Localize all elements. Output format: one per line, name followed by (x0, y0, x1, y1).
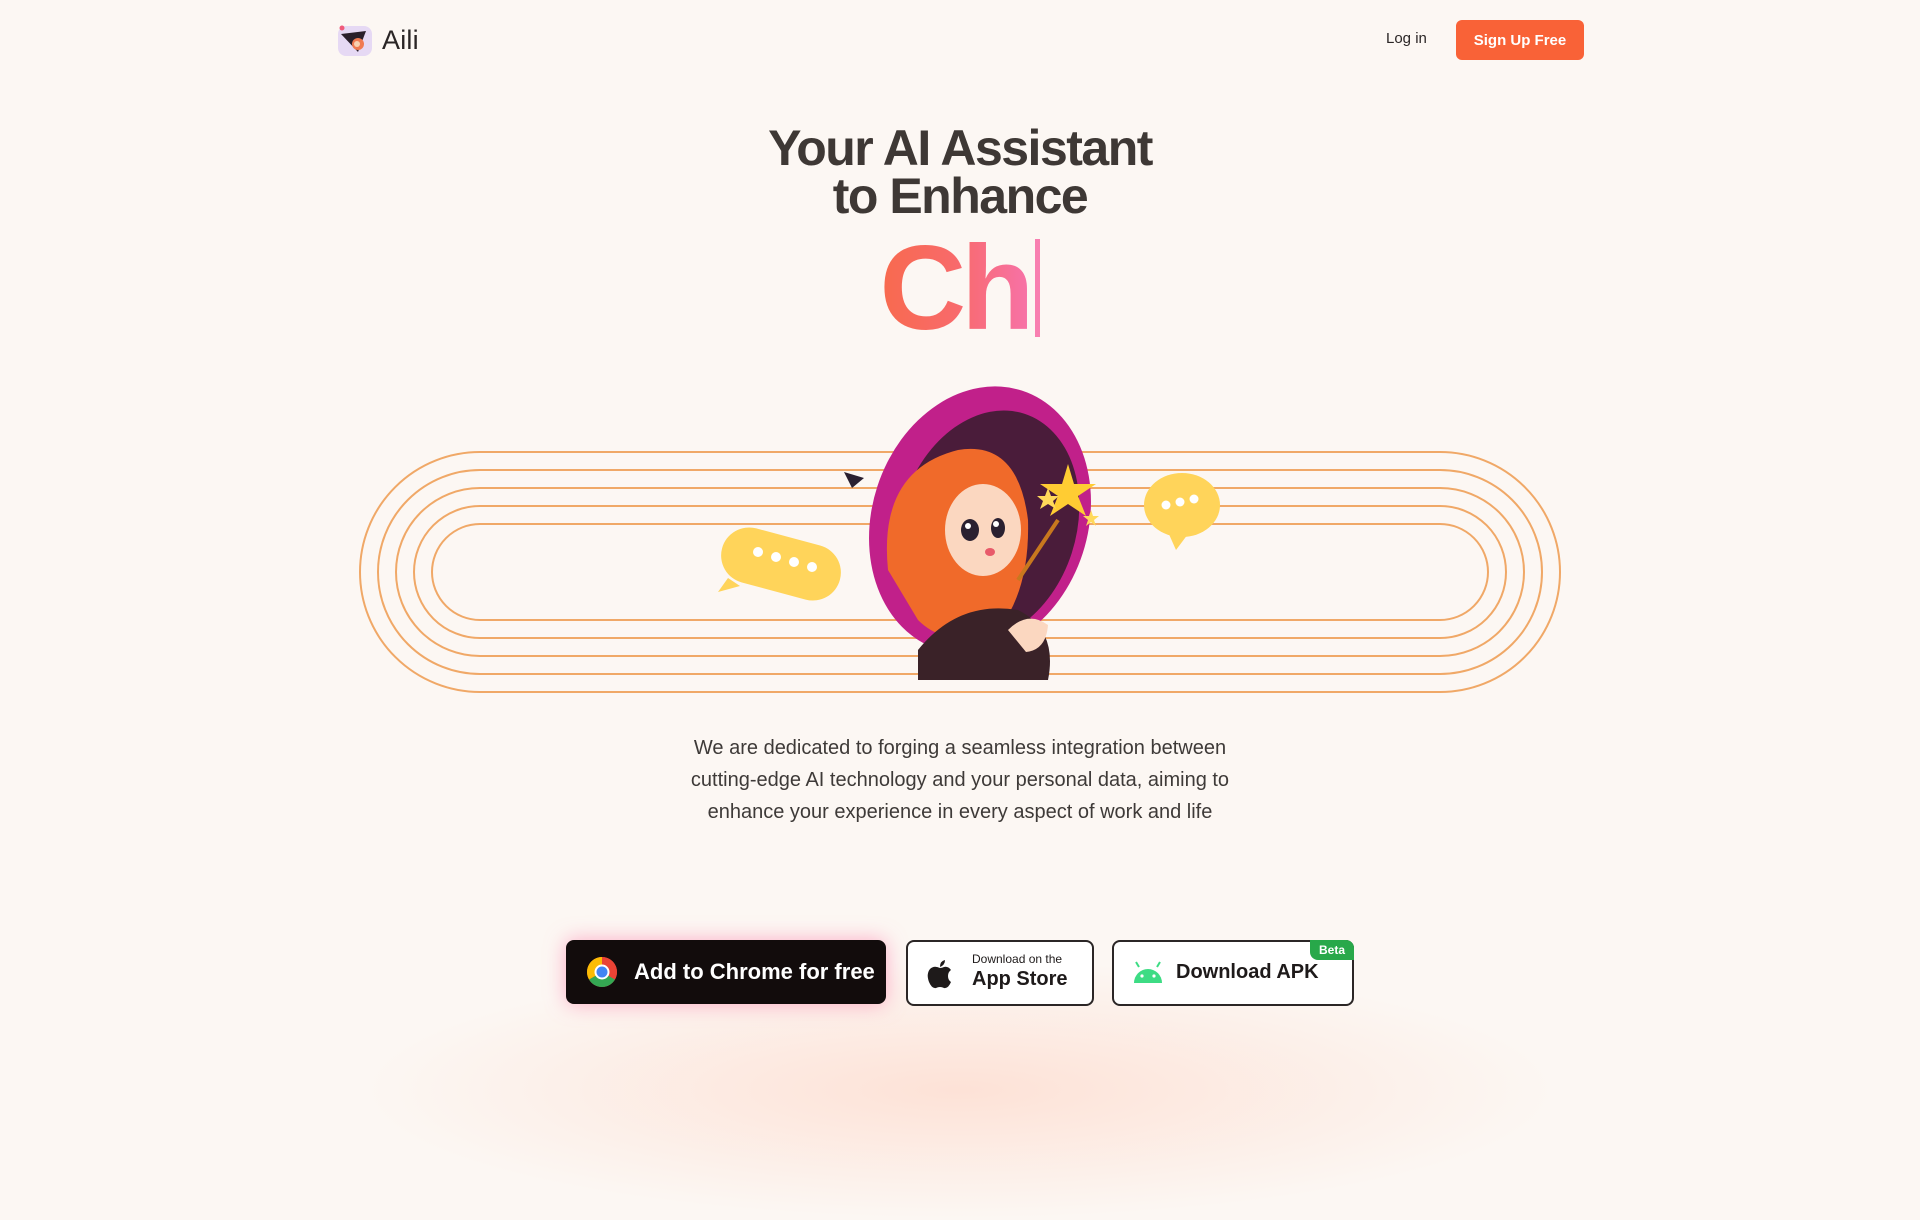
login-link[interactable]: Log in (1386, 30, 1427, 47)
illustration-svg (359, 386, 1561, 693)
download-apk-label: Download APK (1176, 961, 1319, 983)
signup-button[interactable]: Sign Up Free (1456, 20, 1584, 60)
chat-bubble-left-icon (718, 527, 841, 601)
witch-hat-logo-icon (338, 25, 372, 56)
chat-bubble-right-icon (1144, 473, 1220, 550)
app-store-big-label: App Store (972, 968, 1068, 990)
typed-text: Ch (879, 221, 1035, 355)
hero-description: We are dedicated to forging a seamless i… (690, 737, 1230, 823)
download-apk-button[interactable]: Download APK Beta (1112, 940, 1354, 1006)
brand-name: Aili (382, 24, 419, 55)
chrome-icon (586, 957, 618, 988)
hero-title: Your AI Assistant to Enhance (560, 123, 1360, 221)
app-store-small-label: Download on the (972, 952, 1063, 966)
beta-badge: Beta (1310, 940, 1354, 960)
hero-title-line2: to Enhance (832, 168, 1089, 224)
typed-headline: Ch (560, 228, 1360, 348)
add-to-chrome-button[interactable]: Add to Chrome for free (566, 940, 886, 1004)
add-to-chrome-label: Add to Chrome for free (634, 959, 875, 984)
brand-link[interactable]: Aili (336, 22, 419, 58)
app-store-button[interactable]: Download on the App Store (906, 940, 1094, 1006)
typing-caret (1035, 239, 1041, 337)
hero-illustration (358, 380, 1562, 696)
apple-icon (927, 960, 951, 989)
android-icon (1134, 961, 1162, 983)
site-header: Aili Log in Sign Up Free (336, 20, 1584, 64)
